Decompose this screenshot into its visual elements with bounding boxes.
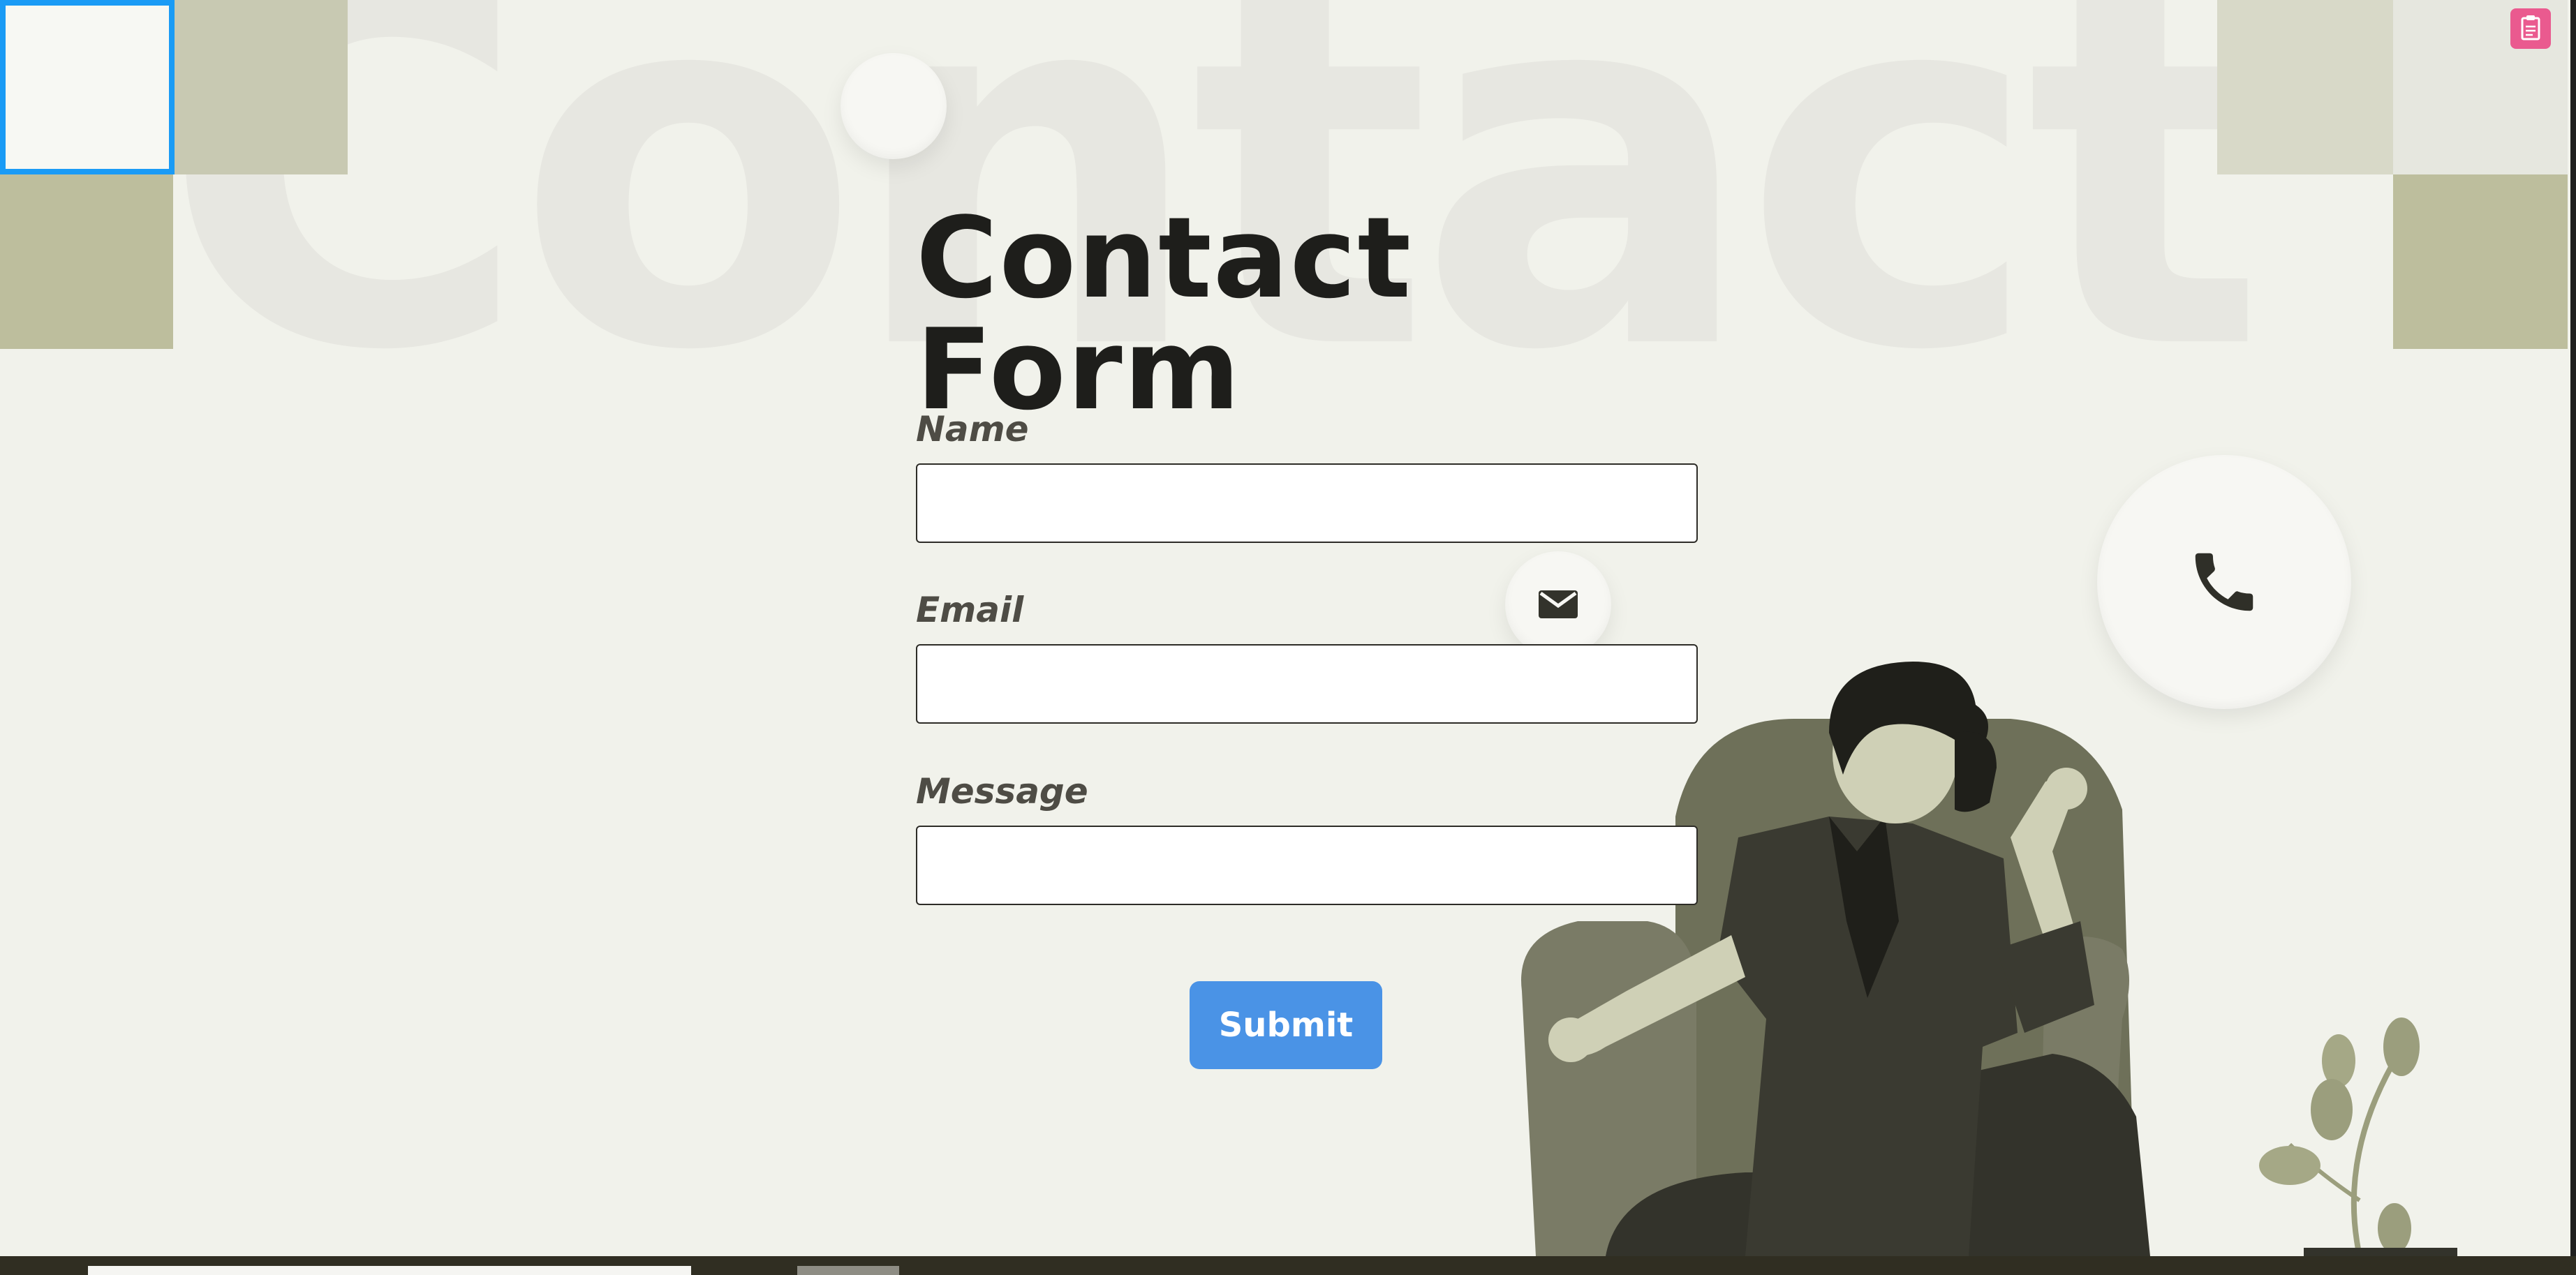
phone-icon — [2195, 553, 2253, 611]
message-label: Message — [916, 771, 1088, 812]
email-label: Email — [916, 590, 1024, 630]
decor-tile — [0, 174, 173, 349]
submit-button[interactable]: Submit — [1190, 981, 1382, 1069]
page-title: Contact Form — [916, 193, 1413, 435]
decor-tile — [175, 0, 348, 174]
email-group: Email — [916, 590, 1699, 724]
taskbar — [0, 1256, 2576, 1275]
email-input[interactable] — [916, 644, 1698, 724]
name-label: Name — [916, 409, 1029, 449]
taskbar-item[interactable] — [797, 1266, 899, 1275]
decor-bubble — [841, 53, 947, 159]
message-input[interactable] — [916, 826, 1698, 905]
clipboard-button[interactable] — [2510, 8, 2551, 49]
name-group: Name — [916, 409, 1699, 543]
taskbar-item[interactable] — [88, 1266, 691, 1275]
selected-tile[interactable] — [0, 0, 175, 174]
message-group: Message — [916, 771, 1699, 905]
name-input[interactable] — [916, 463, 1698, 543]
window-frame-edge — [2570, 0, 2576, 1256]
clipboard-icon — [2521, 15, 2540, 40]
decor-tile — [2217, 0, 2393, 174]
contact-page: Contact Contact Form Name Email Message — [0, 0, 2576, 1256]
decor-tile — [2393, 174, 2568, 349]
contact-form: Contact Form Name Email Message Submit — [916, 193, 1699, 1069]
